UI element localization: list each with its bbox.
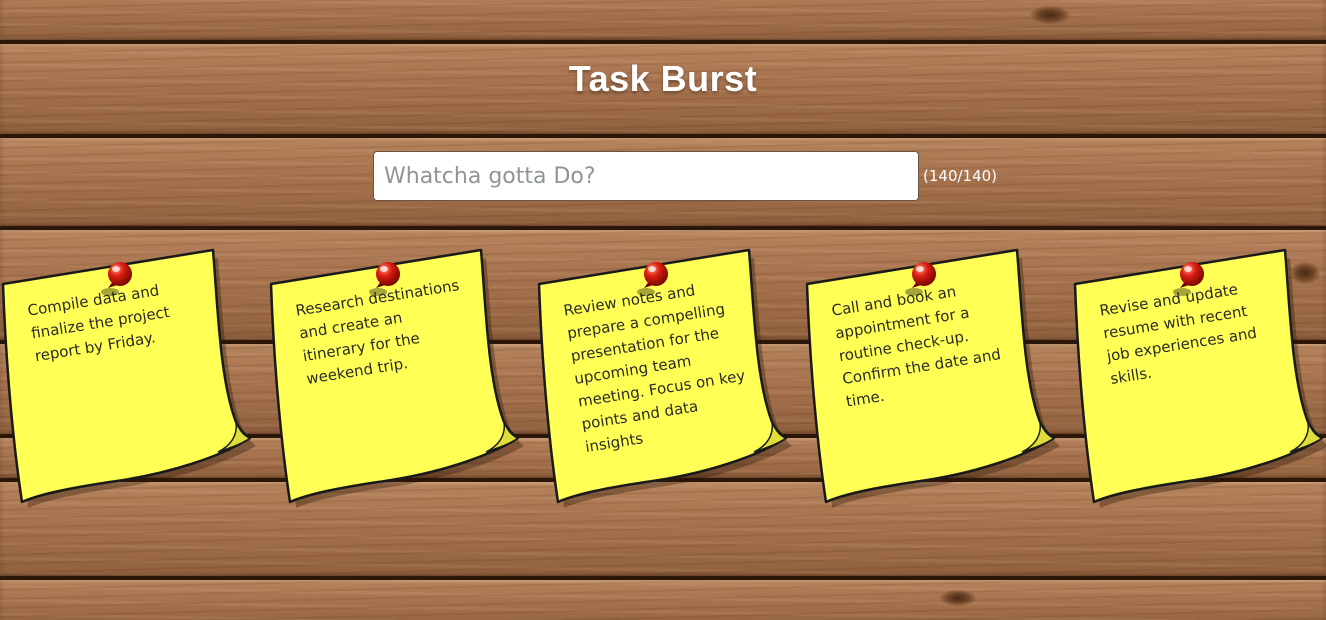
wood-plank — [0, 580, 1326, 620]
note-text: Review notes and prepare a compelling pr… — [562, 281, 747, 457]
wood-knot — [940, 590, 976, 606]
wood-knot — [1030, 6, 1070, 24]
task-input[interactable] — [373, 151, 919, 201]
app-title: Task Burst — [568, 58, 758, 99]
sticky-note[interactable]: Compile data and finalize the project re… — [0, 248, 256, 510]
sticky-note[interactable]: Revise and update resume with recent job… — [1072, 248, 1326, 510]
char-counter: (140/140) — [923, 167, 998, 185]
wood-plank — [0, 0, 1326, 42]
sticky-note[interactable]: Research destinations and create an itin… — [268, 248, 524, 510]
sticky-note[interactable]: Call and book an appointment for a routi… — [804, 248, 1060, 510]
sticky-note[interactable]: Review notes and prepare a compelling pr… — [536, 248, 792, 510]
